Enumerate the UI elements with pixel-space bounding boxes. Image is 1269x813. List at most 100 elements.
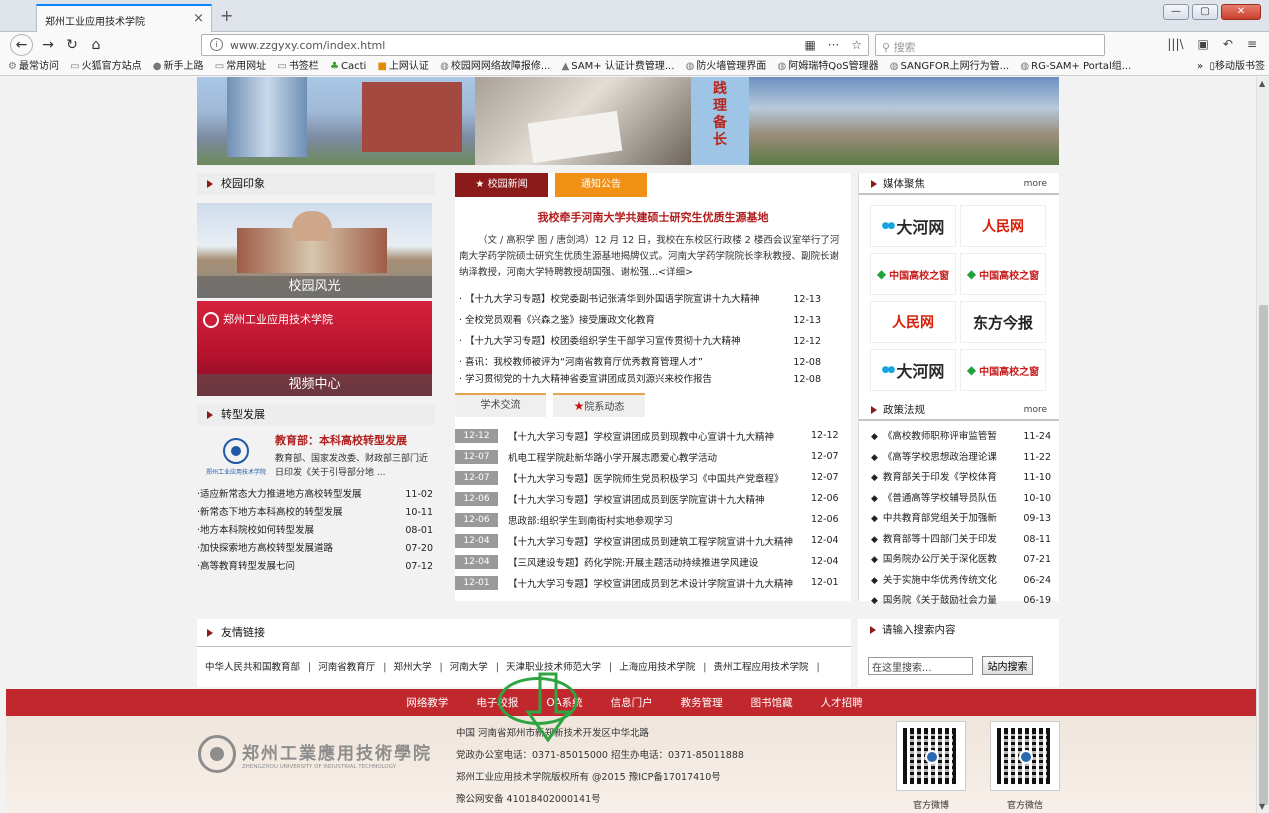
bookmark-item[interactable]: ◍ 校园网网络故障报修... bbox=[440, 58, 550, 75]
back-icon[interactable]: ← bbox=[10, 34, 33, 56]
bookmark-item[interactable]: ⚙ 最常访问 bbox=[8, 58, 59, 75]
campus-scenery-caption[interactable]: 校园风光 bbox=[197, 276, 432, 298]
page-actions-icon[interactable]: ··· bbox=[828, 38, 839, 52]
bookmark-item[interactable]: ♣ Cacti bbox=[330, 58, 366, 75]
people-logo[interactable]: 人民网 bbox=[960, 205, 1046, 247]
list-item[interactable]: ·适应新常态大力推进地方高校转型发展 11-02 bbox=[197, 486, 435, 504]
tab-academic[interactable]: 学术交流 bbox=[455, 393, 546, 417]
search-bar[interactable]: ⚲ 搜索 bbox=[875, 34, 1105, 56]
tab-department[interactable]: ★院系动态 bbox=[553, 393, 645, 417]
maximize-icon[interactable]: ▢ bbox=[1192, 4, 1218, 20]
site-search-button[interactable]: 站内搜索 bbox=[982, 656, 1033, 675]
home-icon[interactable]: ⌂ bbox=[86, 36, 106, 54]
friend-link[interactable]: 中华人民共和国教育部 bbox=[205, 662, 300, 673]
list-item[interactable]: 12-07 机电工程学院赴新华路小学开展志愿爱心教学活动 12-07 bbox=[455, 446, 851, 467]
tab-campus-news[interactable]: ★ 校园新闻 bbox=[455, 173, 548, 197]
friend-link[interactable]: 郑州大学 bbox=[394, 662, 432, 673]
browser-tab[interactable]: 郑州工业应用技术学院 × bbox=[36, 4, 212, 32]
list-item[interactable]: 《高等学校思想政治理论课11-22 bbox=[859, 448, 1059, 469]
people-logo[interactable]: 人民网 bbox=[870, 301, 956, 343]
video-center-photo[interactable]: 郑州工业应用技术学院 视频中心 bbox=[197, 301, 432, 396]
list-item[interactable]: · 全校党员观看《兴森之鉴》接受廉政文化教育 12-13 bbox=[455, 310, 851, 331]
list-item[interactable]: · 【十九大学习专题】校党委副书记张清华到外国语学院宣讲十九大精神 12-13 bbox=[455, 289, 851, 310]
list-item[interactable]: 12-04 【十九大学习专题】学校宣讲团成员到建筑工程学院宣讲十九大精神 12-04 bbox=[455, 530, 851, 551]
list-item[interactable]: 中共教育部党组关于加强新09-13 bbox=[859, 509, 1059, 530]
video-center-caption[interactable]: 视频中心 bbox=[197, 374, 432, 396]
bookmark-star-icon[interactable]: ☆ bbox=[851, 38, 862, 52]
footer-nav-link[interactable]: 人才招聘 bbox=[821, 695, 863, 710]
bookmark-item[interactable]: ◍ 防火墙管理界面 bbox=[686, 58, 767, 75]
scroll-down-icon[interactable]: ▼ bbox=[1259, 802, 1265, 811]
list-item[interactable]: 《普通高等学校辅导员队伍10-10 bbox=[859, 489, 1059, 510]
gx211-logo[interactable]: 中国高校之窗 bbox=[960, 349, 1046, 391]
bookmark-item[interactable]: ■ 上网认证 bbox=[377, 58, 428, 75]
list-item[interactable]: 教育部关于印发《学校体育11-10 bbox=[859, 468, 1059, 489]
list-item[interactable]: · 喜讯：我校教师被评为“河南省教育厅优秀教育管理人才” 12-08 bbox=[455, 352, 851, 373]
footer-nav-link[interactable]: 信息门户 bbox=[611, 695, 653, 710]
site-info-icon[interactable]: i bbox=[210, 38, 223, 51]
list-item[interactable]: 《高校教师职称评审监管暂11-24 bbox=[859, 427, 1059, 448]
gx211-logo[interactable]: 中国高校之窗 bbox=[960, 253, 1046, 295]
sidebar-icon[interactable]: ▣ bbox=[1198, 37, 1209, 51]
list-item[interactable]: 教育部等十四部门关于印发08-11 bbox=[859, 530, 1059, 551]
close-window-icon[interactable]: ✕ bbox=[1221, 4, 1261, 20]
list-item[interactable]: 国务院办公厅关于深化医教07-21 bbox=[859, 550, 1059, 571]
bookmark-item[interactable]: ◍ SANGFOR上网行为管... bbox=[890, 58, 1009, 75]
list-item[interactable]: · 【十九大学习专题】校团委组织学生干部学习宣传贯彻十九大精神 12-12 bbox=[455, 331, 851, 352]
minimize-icon[interactable]: — bbox=[1163, 4, 1189, 20]
bookmark-item[interactable]: ◍ RG-SAM+ Portal组... bbox=[1020, 58, 1131, 75]
list-item[interactable]: 12-01 【十九大学习专题】学校宣讲团成员到艺术设计学院宣讲十九大精神 12-01 bbox=[455, 572, 851, 593]
footer-nav-link[interactable]: 教务管理 bbox=[681, 695, 723, 710]
library-icon[interactable]: |||\ bbox=[1167, 37, 1183, 51]
list-item[interactable]: 12-12 【十九大学习专题】学校宣讲团成员到现教中心宣讲十九大精神 12-12 bbox=[455, 425, 851, 446]
close-tab-icon[interactable]: × bbox=[193, 11, 204, 26]
feature-title[interactable]: 教育部：本科高校转型发展 bbox=[275, 432, 435, 448]
media-more-link[interactable]: more bbox=[1024, 173, 1047, 195]
footer-nav-link[interactable]: 网络教学 bbox=[406, 695, 448, 710]
reload-icon[interactable]: ↻ bbox=[62, 36, 82, 54]
list-item[interactable]: 12-07 【十九大学习专题】医学院师生党员积极学习《中国共产党章程》 12-07 bbox=[455, 467, 851, 488]
list-item[interactable]: ·新常态下地方本科高校的转型发展 10-11 bbox=[197, 504, 435, 522]
bookmark-item[interactable]: ● 新手上路 bbox=[153, 58, 204, 75]
bookmark-item[interactable]: ◍ 阿姆瑞特QoS管理器 bbox=[778, 58, 879, 75]
chevron-right-icon[interactable]: » bbox=[1197, 61, 1203, 72]
list-item[interactable]: ·高等教育转型发展七问 07-12 bbox=[197, 558, 435, 576]
mobile-bookmarks[interactable]: » ▯移动版书签 bbox=[1197, 58, 1265, 75]
campus-scenery-photo[interactable]: 校园风光 bbox=[197, 203, 432, 298]
transformation-feature[interactable]: 郑州工业应用技术学院 教育部：本科高校转型发展 教育部、国家发改委、财政部三部门… bbox=[197, 426, 435, 482]
url-bar[interactable]: i www.zzgyxy.com/index.html ▦ ··· ☆ bbox=[201, 34, 869, 56]
list-item[interactable]: 12-06 思政部:组织学生到南街村实地参观学习 12-06 bbox=[455, 509, 851, 530]
page-scrollbar[interactable]: ▲ ▼ bbox=[1256, 77, 1269, 813]
menu-icon[interactable]: ≡ bbox=[1247, 37, 1257, 51]
list-item[interactable]: 12-06 【十九大学习专题】学校宣讲团成员到医学院宣讲十九大精神 12-06 bbox=[455, 488, 851, 509]
list-item[interactable]: ·地方本科院校如何转型发展 08-01 bbox=[197, 522, 435, 540]
footer-nav-link[interactable]: 图书馆藏 bbox=[751, 695, 793, 710]
undo-icon[interactable]: ↶ bbox=[1223, 37, 1233, 51]
list-item[interactable]: 关于实施中华优秀传统文化06-24 bbox=[859, 571, 1059, 592]
scroll-up-icon[interactable]: ▲ bbox=[1259, 79, 1265, 88]
friend-link[interactable]: 上海应用技术学院 bbox=[619, 662, 695, 673]
friend-link[interactable]: 河南大学 bbox=[450, 662, 488, 673]
dongfang-logo[interactable]: 东方今报 bbox=[960, 301, 1046, 343]
gx211-logo[interactable]: 中国高校之窗 bbox=[870, 253, 956, 295]
forward-icon[interactable]: → bbox=[38, 36, 58, 54]
list-item[interactable]: 12-04 【三风建设专题】药化学院:开展主题活动持续推进学风建设 12-04 bbox=[455, 551, 851, 572]
bookmark-item[interactable]: ▭ 书签栏 bbox=[277, 58, 318, 75]
dahe-logo[interactable]: 大河网 bbox=[870, 349, 956, 391]
friend-link[interactable]: 河南省教育厅 bbox=[318, 662, 375, 673]
friend-link[interactable]: 贵州工程应用技术学院 bbox=[714, 662, 809, 673]
policy-more-link[interactable]: more bbox=[1024, 399, 1047, 421]
scrollbar-thumb[interactable] bbox=[1259, 305, 1268, 805]
site-search-input[interactable] bbox=[868, 657, 973, 675]
qr-code-icon[interactable]: ▦ bbox=[804, 38, 815, 52]
dahe-logo[interactable]: 大河网 bbox=[870, 205, 956, 247]
url-text[interactable]: www.zzgyxy.com/index.html bbox=[230, 39, 385, 52]
new-tab-icon[interactable]: + bbox=[220, 6, 233, 25]
tab-notices[interactable]: 通知公告 bbox=[555, 173, 647, 197]
bookmark-item[interactable]: ▭ 火狐官方站点 bbox=[70, 58, 141, 75]
list-item[interactable]: 国务院《关于鼓励社会力量06-19 bbox=[859, 591, 1059, 612]
bookmark-item[interactable]: ▲ SAM+ 认证计费管理... bbox=[562, 58, 675, 75]
list-item[interactable]: · 学习贯彻党的十九大精神省委宣讲团成员刘源兴来校作报告 12-08 bbox=[455, 373, 851, 387]
news-headline[interactable]: 我校牵手河南大学共建硕士研究生优质生源基地 bbox=[455, 209, 851, 225]
list-item[interactable]: ·加快探索地方高校转型发展道路 07-20 bbox=[197, 540, 435, 558]
